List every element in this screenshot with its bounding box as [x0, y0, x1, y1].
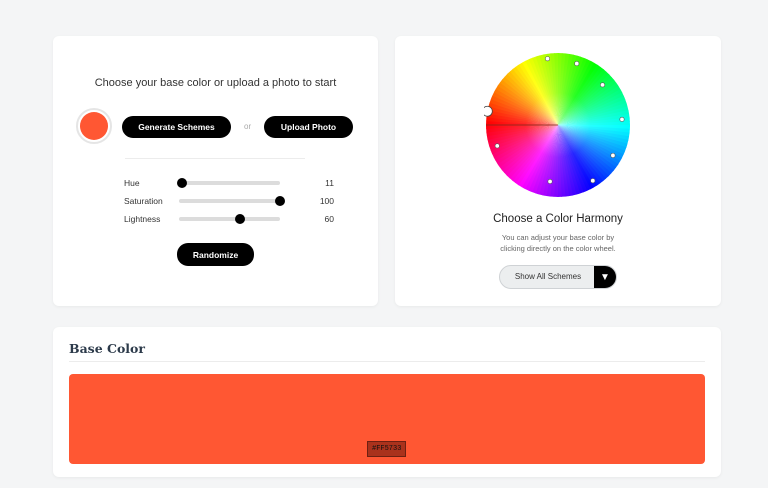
- saturation-slider-thumb[interactable]: [275, 196, 285, 206]
- color-wheel[interactable]: [484, 51, 632, 199]
- upload-photo-button[interactable]: Upload Photo: [264, 116, 353, 138]
- hue-slider-row: Hue 11: [124, 177, 334, 189]
- color-harmony-panel: Choose a Color Harmony You can adjust yo…: [395, 36, 721, 306]
- harmony-desc-line-2: clicking directly on the color wheel.: [500, 244, 616, 253]
- or-label: or: [244, 122, 252, 131]
- harmony-color-marker[interactable]: [600, 82, 606, 88]
- saturation-slider-row: Saturation 100: [124, 195, 334, 207]
- base-color-preview[interactable]: #FF5733: [69, 374, 705, 464]
- divider: [125, 158, 305, 159]
- harmony-color-marker[interactable]: [619, 116, 625, 122]
- base-color-swatch[interactable]: [80, 112, 108, 140]
- divider: [69, 361, 705, 362]
- dropdown-arrow-icon[interactable]: ▼: [594, 266, 616, 288]
- harmony-title: Choose a Color Harmony: [493, 213, 623, 225]
- scheme-select-value: Show All Schemes: [514, 272, 582, 281]
- hue-label: Hue: [124, 178, 140, 188]
- saturation-value: 100: [319, 196, 334, 206]
- lightness-slider-thumb[interactable]: [234, 214, 245, 224]
- base-color-title: Base Color: [69, 341, 145, 356]
- prompt-text: Choose your base color or upload a photo…: [94, 77, 337, 89]
- lightness-slider-row: Lightness 60: [124, 213, 334, 225]
- harmony-color-marker[interactable]: [547, 178, 553, 184]
- generate-schemes-button[interactable]: Generate Schemes: [122, 116, 231, 138]
- hex-code-badge[interactable]: #FF5733: [367, 441, 407, 457]
- hue-value: 11: [325, 178, 334, 188]
- harmony-desc-line-1: You can adjust your base color by: [501, 233, 615, 242]
- base-color-picker[interactable]: [76, 108, 112, 144]
- hue-slider-thumb[interactable]: [177, 178, 188, 188]
- harmony-color-marker[interactable]: [574, 61, 580, 67]
- harmony-color-marker[interactable]: [590, 178, 596, 184]
- harmony-color-marker[interactable]: [610, 152, 616, 158]
- harmony-description: You can adjust your base color by clicki…: [395, 232, 721, 254]
- lightness-label: Lightness: [124, 214, 161, 224]
- saturation-label: Saturation: [124, 196, 163, 206]
- lightness-value: 60: [324, 214, 334, 224]
- saturation-slider[interactable]: [179, 196, 285, 206]
- hue-slider[interactable]: [177, 178, 280, 188]
- harmony-color-marker[interactable]: [544, 56, 550, 62]
- lightness-slider[interactable]: [179, 214, 280, 224]
- base-color-panel: Base Color #FF5733: [53, 327, 721, 477]
- scheme-select[interactable]: Show All Schemes ▼: [499, 265, 617, 289]
- harmony-color-marker[interactable]: [494, 143, 500, 149]
- randomize-button[interactable]: Randomize: [177, 243, 254, 266]
- color-input-panel: Choose your base color or upload a photo…: [53, 36, 378, 306]
- base-color-marker[interactable]: [484, 105, 493, 117]
